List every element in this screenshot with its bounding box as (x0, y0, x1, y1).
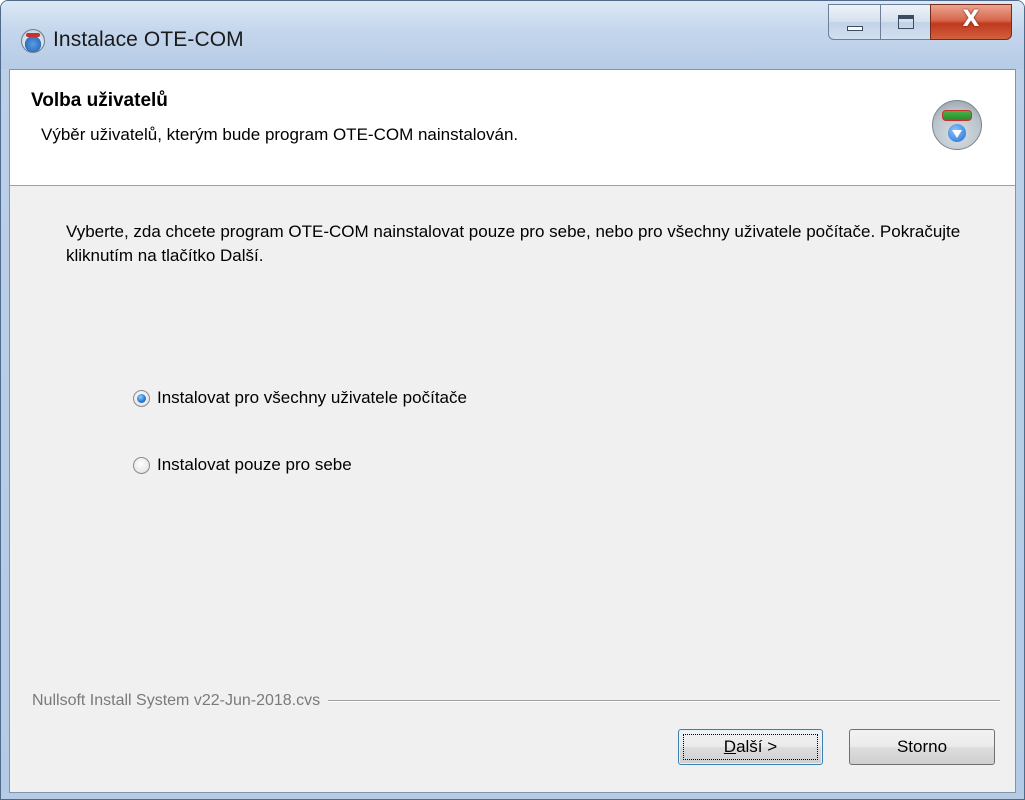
next-button[interactable]: Další > (678, 729, 823, 765)
app-icon (21, 29, 45, 53)
caption-buttons: X (828, 4, 1012, 40)
title-bar[interactable]: Instalace OTE-COM X (1, 1, 1024, 69)
maximize-button[interactable] (880, 4, 930, 40)
branding-line: Nullsoft Install System v22-Jun-2018.cvs (32, 689, 1000, 713)
installer-icon (932, 100, 982, 150)
window-title: Instalace OTE-COM (53, 28, 244, 51)
close-icon: X (962, 7, 980, 32)
radio-label-all-users[interactable]: Instalovat pro všechny uživatele počítač… (157, 388, 467, 408)
separator (328, 700, 1000, 702)
window-bottom-frame (1, 793, 1024, 799)
installer-window: Instalace OTE-COM X Volba uživatelů Výbě… (0, 0, 1025, 800)
radio-button-unchecked[interactable] (133, 456, 150, 474)
page-title: Volba uživatelů (31, 90, 168, 111)
branding-text: Nullsoft Install System v22-Jun-2018.cvs (32, 692, 321, 709)
radio-option-all-users[interactable]: Instalovat pro všechny uživatele počítač… (133, 388, 467, 408)
close-button[interactable]: X (930, 4, 1012, 40)
client-area: Volba uživatelů Výběr uživatelů, kterým … (9, 69, 1016, 793)
minimize-icon (847, 26, 863, 31)
page-header: Volba uživatelů Výběr uživatelů, kterým … (10, 70, 1015, 186)
description-text: Vyberte, zda chcete program OTE-COM nain… (66, 222, 961, 265)
radio-button-checked[interactable] (133, 389, 150, 407)
download-arrow-icon (948, 124, 966, 142)
focus-rectangle (683, 734, 818, 760)
radio-label-only-me[interactable]: Instalovat pouze pro sebe (157, 455, 352, 475)
maximize-icon (898, 15, 914, 29)
cancel-button[interactable]: Storno (849, 729, 995, 765)
installer-icon-cap (942, 110, 972, 121)
minimize-button[interactable] (828, 4, 880, 40)
page-subtitle: Výběr uživatelů, kterým bude program OTE… (41, 125, 519, 144)
radio-option-only-me[interactable]: Instalovat pouze pro sebe (133, 455, 352, 475)
